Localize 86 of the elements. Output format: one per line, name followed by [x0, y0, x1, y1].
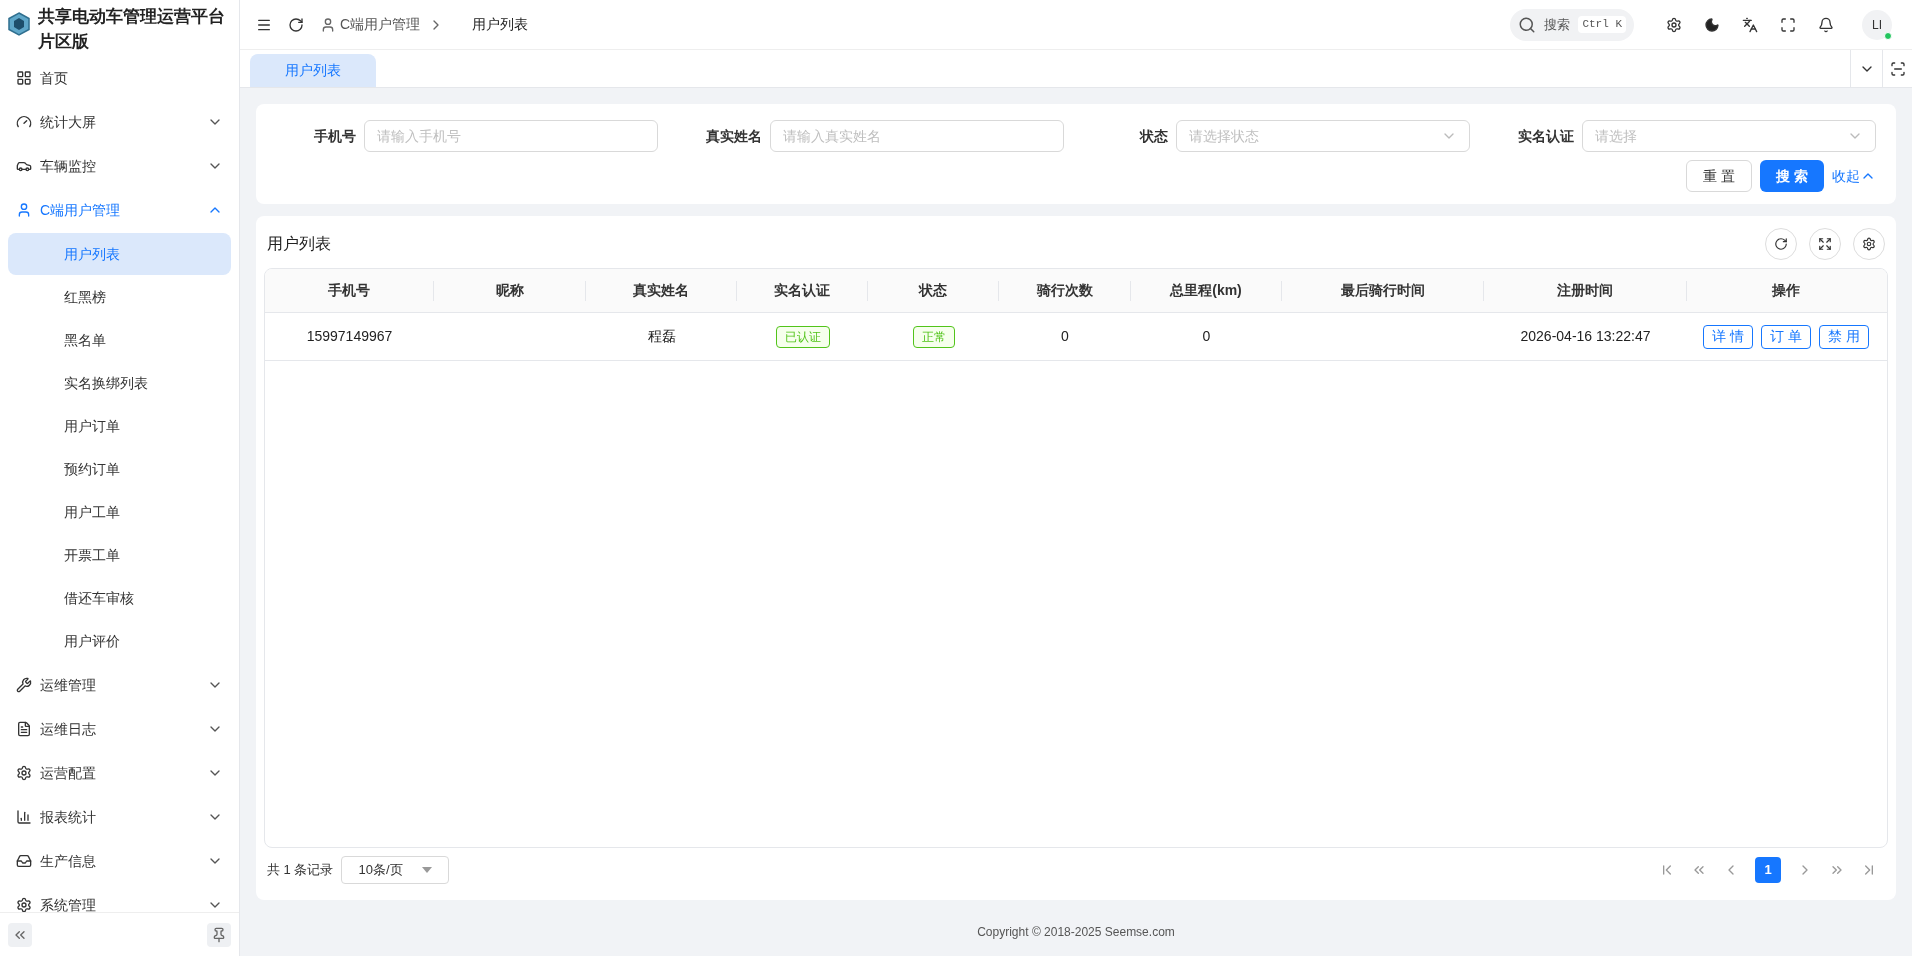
column-header: 真实姓名: [632, 281, 690, 300]
input-field[interactable]: 请输入手机号: [364, 120, 658, 152]
app-title: 共享电动车管理运营平台: [38, 6, 225, 28]
pin-button[interactable]: [207, 922, 231, 947]
user-icon: [320, 16, 336, 33]
table-title: 用户列表: [267, 234, 331, 254]
page-button[interactable]: 1: [1755, 857, 1781, 883]
collapse-link[interactable]: 收起: [1832, 165, 1876, 187]
search-button[interactable]: 搜 索: [1760, 160, 1824, 192]
column-header: 实名认证: [773, 281, 831, 300]
inbox-icon: [16, 853, 32, 869]
reset-button[interactable]: 重 置: [1686, 160, 1753, 192]
collapse-sidebar-button[interactable]: [8, 922, 32, 947]
scan-icon[interactable]: [1889, 60, 1906, 77]
column-header: 手机号: [327, 281, 371, 300]
gear-icon: [16, 897, 32, 912]
caret-down-icon: [422, 867, 433, 873]
nav-item[interactable]: 首页: [8, 56, 231, 100]
settings-icon[interactable]: [1666, 16, 1682, 33]
field-label: 实名认证: [1517, 126, 1574, 146]
bar-chart-icon: [16, 809, 32, 825]
action-button[interactable]: 订 单: [1761, 324, 1811, 349]
input-field[interactable]: 请输入真实姓名: [770, 120, 1064, 152]
page-size-select[interactable]: 10条/页: [341, 856, 450, 884]
nav-item[interactable]: 运营配置: [8, 751, 231, 795]
column-header: 状态: [917, 281, 948, 300]
nav-subitem[interactable]: 实名换绑列表: [8, 362, 231, 404]
breadcrumb-link[interactable]: C端用户管理: [340, 14, 421, 35]
nav-subitem[interactable]: 红黑榜: [8, 276, 231, 318]
translate-icon[interactable]: [1742, 16, 1758, 33]
settings-icon: [1862, 237, 1876, 251]
nav-subitem[interactable]: 开票工单: [8, 534, 231, 576]
app-subtitle: 片区版: [38, 31, 90, 53]
column-header: 最后骑行时间: [1339, 281, 1426, 300]
nav-item[interactable]: 生产信息: [8, 839, 231, 883]
record-count: 共 1 条记录: [267, 861, 334, 880]
action-button[interactable]: 禁 用: [1818, 324, 1869, 349]
copyright-text: Copyright © 2018-2025 Seemse.com: [977, 924, 1175, 941]
refresh-icon: [1774, 237, 1788, 251]
pin-icon: [211, 926, 227, 943]
nav-subitem[interactable]: 黑名单: [8, 319, 231, 361]
status-tag: 已认证: [775, 325, 830, 348]
refresh-icon[interactable]: [288, 16, 304, 33]
nav-item[interactable]: 报表统计: [8, 795, 231, 839]
fullscreen-icon[interactable]: [1780, 16, 1796, 33]
search-button[interactable]: 搜索 Ctrl K: [1510, 8, 1634, 41]
nav-subitem[interactable]: 预约订单: [8, 448, 231, 490]
column-header: 注册时间: [1556, 281, 1614, 300]
bell-icon[interactable]: [1818, 16, 1834, 33]
wrench-icon: [16, 677, 32, 693]
field-label: 状态: [1138, 126, 1168, 146]
table-cell-text: 0: [1202, 327, 1211, 346]
user-icon: [16, 202, 32, 218]
table-cell-text: 15997149967: [306, 327, 393, 346]
column-header: 昵称: [494, 281, 525, 300]
search-icon: [1518, 15, 1537, 34]
gear-icon: [16, 765, 32, 781]
shortcut-key: Ctrl K: [1578, 16, 1626, 33]
table-cell-text: 程磊: [647, 327, 676, 346]
status-tag: 正常: [912, 325, 955, 348]
nav-item[interactable]: 系统管理: [8, 883, 231, 912]
nav-subitem[interactable]: 用户工单: [8, 491, 231, 533]
action-button[interactable]: 详 情: [1703, 324, 1754, 349]
nav-subitem[interactable]: 借还车审核: [8, 577, 231, 619]
nav-item[interactable]: 运维日志: [8, 707, 231, 751]
logo-icon: [8, 12, 30, 36]
gauge-icon: [16, 114, 32, 130]
nav-subitem[interactable]: 用户评价: [8, 620, 231, 662]
field-label: 手机号: [313, 126, 356, 146]
nav-subitem[interactable]: 用户订单: [8, 405, 231, 447]
table-cell-text: 0: [1061, 327, 1069, 346]
column-header: 操作: [1771, 281, 1801, 300]
nav-item[interactable]: 车辆监控: [8, 144, 231, 188]
document-icon: [16, 721, 32, 737]
field-label: 真实姓名: [705, 126, 762, 146]
nav-item[interactable]: 统计大屏: [8, 100, 231, 144]
user-avatar[interactable]: LI: [1862, 9, 1892, 40]
breadcrumb-current: 用户列表: [472, 15, 529, 34]
table-cell-text: 2026-04-16 13:22:47: [1520, 327, 1651, 346]
expand-icon: [1818, 237, 1832, 251]
grid-icon: [16, 70, 32, 86]
nav-item[interactable]: C端用户管理: [8, 188, 231, 232]
moon-icon[interactable]: [1704, 16, 1720, 33]
column-header: 总里程(km): [1168, 281, 1243, 300]
column-header: 骑行次数: [1035, 281, 1094, 300]
nav-item[interactable]: 运维管理: [8, 663, 231, 707]
